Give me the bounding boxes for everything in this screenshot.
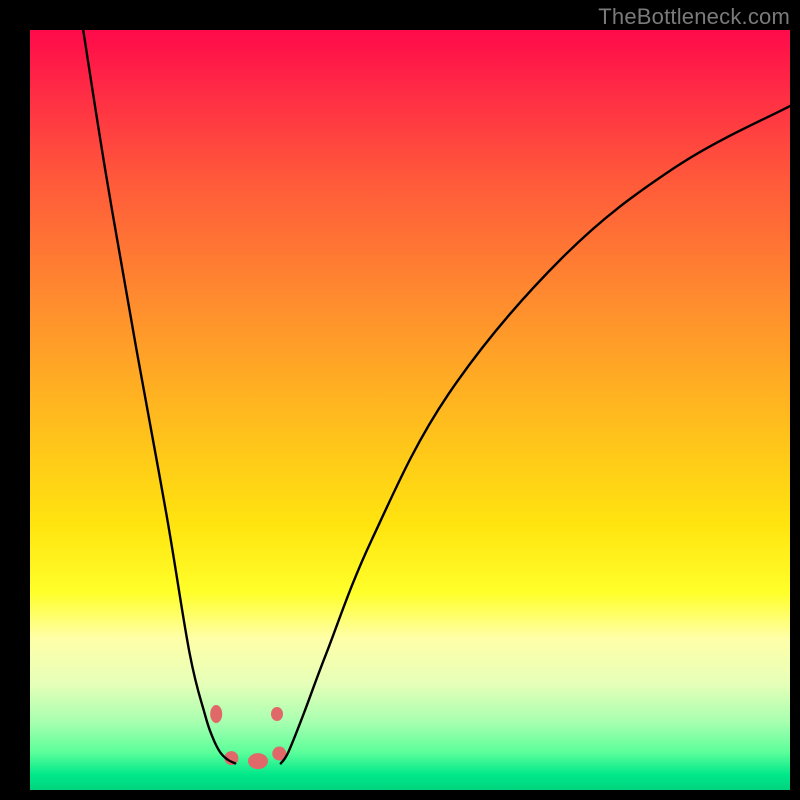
valley-marker-3 bbox=[248, 753, 268, 769]
valley-marker-0 bbox=[210, 705, 222, 723]
chart-svg bbox=[30, 30, 790, 790]
plot-area bbox=[30, 30, 790, 790]
watermark-text: TheBottleneck.com bbox=[598, 4, 790, 30]
valley-marker-1 bbox=[271, 707, 283, 721]
curve-left-branch bbox=[83, 30, 235, 763]
chart-frame: TheBottleneck.com bbox=[0, 0, 800, 800]
valley-markers bbox=[210, 705, 286, 769]
curve-right-branch bbox=[281, 106, 790, 763]
